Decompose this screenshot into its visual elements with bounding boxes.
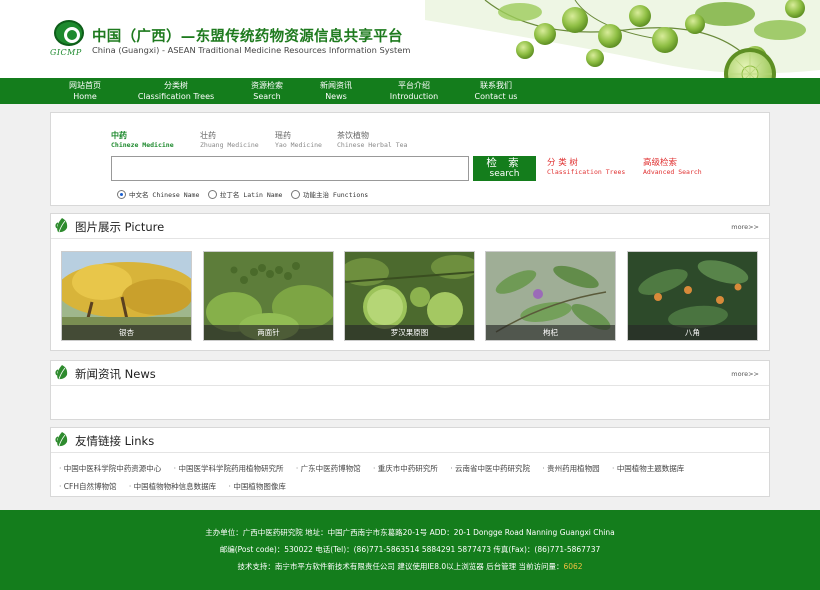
picture-item-zanthoxylum[interactable]: 两面针	[203, 251, 334, 341]
search-button-label-cn: 检 索	[486, 157, 523, 169]
nav-search-label-en: Search	[253, 92, 281, 101]
nav-news-label-cn: 新闻资讯	[320, 81, 352, 90]
classification-trees-link[interactable]: 分 类 树 Classification Trees	[547, 159, 625, 177]
nav-classification-label-en: Classification Trees	[137, 92, 215, 101]
picture-caption: 枸杞	[486, 325, 615, 340]
tab-label-en: Yao Medicine	[275, 141, 322, 149]
tab-label-en: Chinese Herbal Tea	[337, 141, 408, 149]
tab-label-cn: 茶饮植物	[337, 131, 369, 140]
visit-counter: 6062	[563, 562, 583, 571]
search-field-options: 中文名 Chinese Name 拉丁名 Latin Name 功能主治 Fun…	[117, 189, 374, 199]
footer-contact: 邮编(Post code)：530022 电话(Tel)：(86)771-586…	[219, 545, 601, 554]
tab-yao-medicine[interactable]: 瑶药 Yao Medicine	[275, 131, 322, 150]
classification-link-label-cn: 分 类 树	[547, 158, 578, 168]
friend-link[interactable]: CFH自然博物馆	[59, 478, 117, 496]
site-header: GICMP 中国（广西）—东盟传统药物资源信息共享平台 China (Guang…	[0, 0, 820, 100]
gicmp-logo[interactable]: GICMP	[50, 20, 88, 60]
friend-link[interactable]: 贵州药用植物园	[542, 460, 600, 478]
picture-caption: 罗汉果原图	[345, 325, 474, 340]
nav-news[interactable]: 新闻资讯 News	[314, 80, 358, 102]
picture-section-header: 图片展示 Picture more>>	[51, 214, 769, 239]
search-input[interactable]	[111, 156, 469, 181]
search-button-label-en: search	[489, 169, 520, 179]
footer-sponsor-address: 主办单位：广西中医药研究院 地址：中国广西南宁市东葛路20-1号 ADD：20-…	[205, 528, 615, 537]
news-more-link[interactable]: more>>	[731, 370, 759, 378]
nav-home-label-en: Home	[73, 92, 97, 101]
picture-item-monk-fruit[interactable]: 罗汉果原图	[344, 251, 475, 341]
friend-link[interactable]: 中国中医科学院中药资源中心	[59, 460, 162, 478]
picture-item-star-anise[interactable]: 八角	[627, 251, 758, 341]
friend-link[interactable]: 中国医学科学院药用植物研究所	[174, 460, 283, 478]
radio-chinese-name[interactable]	[117, 189, 126, 199]
picture-more-link[interactable]: more>>	[731, 223, 759, 231]
radio-functions[interactable]	[291, 189, 301, 199]
news-list	[51, 386, 769, 421]
picture-item-goji[interactable]: 枸杞	[485, 251, 616, 341]
nav-home[interactable]: 网站首页 Home	[64, 80, 106, 102]
radio-latin-name-label: 拉丁名 Latin Name	[219, 191, 283, 199]
nav-home-label-cn: 网站首页	[69, 81, 101, 90]
picture-caption: 银杏	[62, 325, 191, 340]
picture-caption: 八角	[628, 325, 757, 340]
nav-classification-label-cn: 分类树	[164, 81, 188, 90]
picture-caption: 两面针	[204, 325, 333, 340]
tab-zhuang-medicine[interactable]: 壮药 Zhuang Medicine	[200, 131, 259, 150]
nav-classification-trees[interactable]: 分类树 Classification Trees	[130, 80, 222, 102]
leaf-icon	[55, 432, 68, 447]
nav-introduction-label-en: Introduction	[389, 92, 439, 101]
news-section: 新闻资讯 News more>>	[50, 360, 770, 420]
links-section-header: 友情链接 Links	[51, 428, 769, 453]
nav-search[interactable]: 资源检索 Search	[244, 80, 290, 102]
main-nav: 网站首页 Home 分类树 Classification Trees 资源检索 …	[0, 78, 820, 104]
search-panel: 中药 Chineze Medicine 壮药 Zhuang Medicine 瑶…	[50, 112, 770, 206]
footer-tech-support-text: 技术支持：南宁市平方软件新技术有限责任公司 建议使用IE8.0以上浏览器 后台管…	[237, 562, 564, 571]
friend-link[interactable]: 云南省中医中药研究院	[450, 460, 530, 478]
nav-search-label-cn: 资源检索	[251, 81, 283, 90]
links-section: 友情链接 Links 中国中医科学院中药资源中心 中国医学科学院药用植物研究所 …	[50, 427, 770, 497]
radio-functions-label: 功能主治 Functions	[303, 191, 369, 199]
advanced-link-label-cn: 高级检索	[643, 158, 678, 168]
friend-link[interactable]: 重庆市中药研究所	[373, 460, 438, 478]
picture-section-title: 图片展示 Picture	[75, 220, 165, 234]
footer-tech-support: 技术支持：南宁市平方软件新技术有限责任公司 建议使用IE8.0以上浏览器 后台管…	[0, 561, 820, 572]
friend-link[interactable]: 中国植物主题数据库	[612, 460, 685, 478]
nav-introduction[interactable]: 平台介绍 Introduction	[383, 80, 445, 102]
news-section-title: 新闻资讯 News	[75, 367, 156, 381]
logo-emblem-icon	[54, 20, 84, 46]
links-list: 中国中医科学院中药资源中心 中国医学科学院药用植物研究所 广东中医药博物馆 重庆…	[59, 460, 764, 496]
tab-label-en: Chineze Medicine	[111, 141, 174, 149]
radio-chinese-name-label: 中文名 Chinese Name	[129, 191, 200, 199]
search-button[interactable]: 检 索 search	[473, 156, 536, 181]
nav-introduction-label-cn: 平台介绍	[398, 81, 430, 90]
nav-news-label-en: News	[325, 92, 347, 101]
friend-link[interactable]: 中国植物物种信息数据库	[129, 478, 217, 496]
radio-latin-name[interactable]	[207, 189, 217, 199]
tab-label-cn: 壮药	[200, 131, 216, 140]
tab-chinese-medicine[interactable]: 中药 Chineze Medicine	[111, 131, 174, 150]
classification-link-label-en: Classification Trees	[547, 168, 626, 176]
advanced-search-link[interactable]: 高级检索 Advanced Search	[643, 159, 702, 177]
news-section-header: 新闻资讯 News more>>	[51, 361, 769, 386]
site-title: 中国（广西）—东盟传统药物资源信息共享平台	[92, 29, 403, 45]
site-footer: 主办单位：广西中医药研究院 地址：中国广西南宁市东葛路20-1号 ADD：20-…	[0, 510, 820, 590]
friend-link[interactable]: 中国植物图像库	[229, 478, 286, 496]
tab-label-en: Zhuang Medicine	[200, 141, 259, 149]
picture-item-ginkgo[interactable]: 银杏	[61, 251, 192, 341]
links-section-title: 友情链接 Links	[75, 434, 155, 448]
friend-link[interactable]: 广东中医药博物馆	[296, 460, 361, 478]
tab-chinese-herbal-tea[interactable]: 茶饮植物 Chinese Herbal Tea	[337, 131, 407, 150]
logo-text: GICMP	[50, 48, 82, 57]
picture-section: 图片展示 Picture more>> 银杏 两面针 罗汉果原图 枸杞 八角	[50, 213, 770, 351]
tab-label-cn: 瑶药	[275, 131, 291, 140]
nav-contact-label-en: Contact us	[474, 92, 518, 101]
leaf-icon	[55, 365, 68, 380]
tab-label-cn: 中药	[111, 131, 127, 140]
nav-contact-label-cn: 联系我们	[480, 81, 512, 90]
leaf-icon	[55, 218, 68, 233]
advanced-link-label-en: Advanced Search	[643, 168, 702, 176]
site-subtitle: China (Guangxi) - ASEAN Traditional Medi…	[92, 45, 411, 55]
nav-contact-us[interactable]: 联系我们 Contact us	[470, 80, 522, 102]
